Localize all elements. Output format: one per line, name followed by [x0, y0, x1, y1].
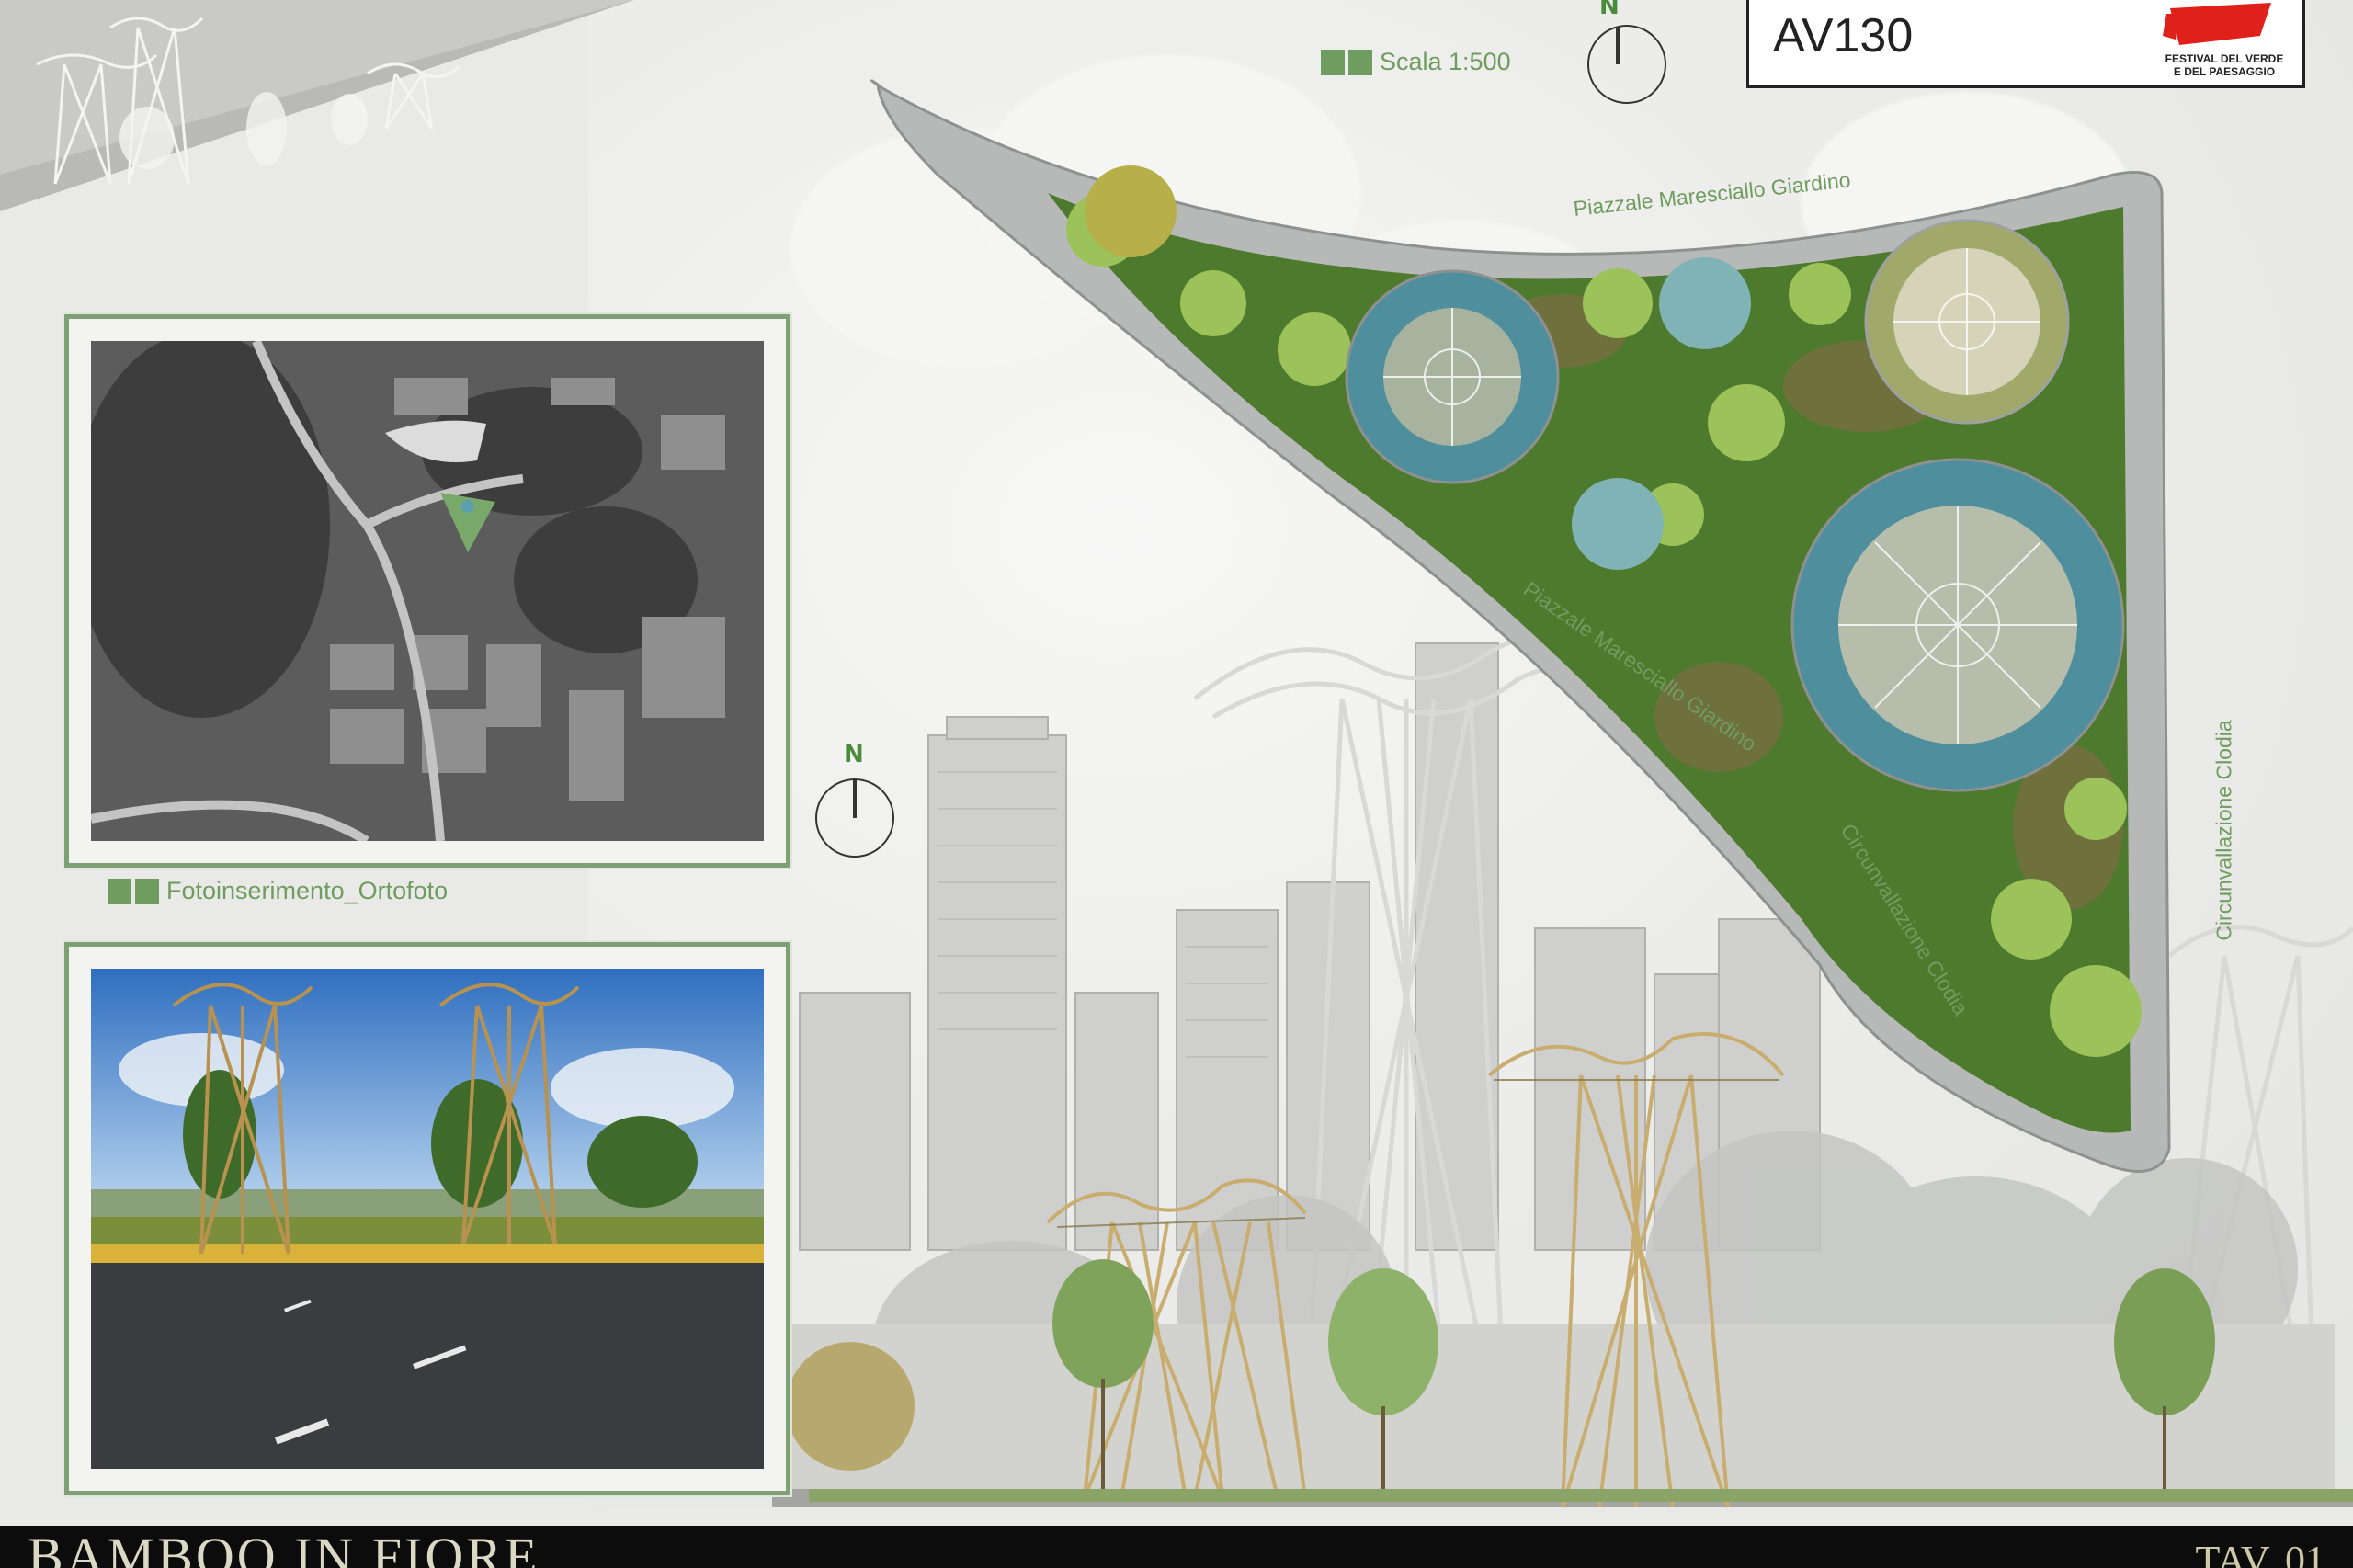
street-label-right: Circunvallazione Clodia [2211, 720, 2236, 941]
ortho-label: Fotoinserimento_Ortofoto [166, 877, 449, 904]
festival-line-1: FESTIVAL DEL VERDE [2165, 52, 2284, 65]
corner-elevation-sketch [0, 0, 634, 211]
project-code-box: AV130 FESTIVAL DEL VERDE E DEL PAESAGGIO [1746, 0, 2305, 88]
festival-name: FESTIVAL DEL VERDE E DEL PAESAGGIO [2155, 52, 2293, 78]
north-arrow-plan [1587, 25, 1666, 104]
north-letter-plan: N [1599, 0, 1620, 20]
legend-swatch [135, 878, 159, 904]
project-code: AV130 [1773, 9, 1914, 62]
board-title: BAMBOO IN FIORE [28, 1527, 540, 1568]
photo-render-graphic [91, 969, 764, 1469]
north-letter-ortho: N [844, 741, 864, 768]
legend-swatch [1321, 49, 1345, 75]
orthophoto-graphic [91, 341, 764, 841]
legend-swatch [1348, 49, 1372, 75]
festival-line-2: E DEL PAESAGGIO [2173, 65, 2276, 78]
sheet-number: TAV. 01 [2195, 1538, 2325, 1568]
photo-render-frame [64, 942, 790, 1495]
orthophoto-image [91, 341, 764, 841]
north-arrow-ortho [815, 778, 894, 858]
ortho-legend: Fotoinserimento_Ortofoto [108, 877, 448, 905]
orthophoto-frame [64, 314, 790, 868]
presentation-board: Scala 1:500 N N AV130 FESTIVAL DEL VERDE… [0, 0, 2353, 1568]
photo-render-image [91, 969, 764, 1469]
scale-legend: Scala 1:500 [1321, 48, 1511, 76]
legend-swatch [108, 878, 131, 904]
scale-label: Scala 1:500 [1380, 48, 1511, 75]
